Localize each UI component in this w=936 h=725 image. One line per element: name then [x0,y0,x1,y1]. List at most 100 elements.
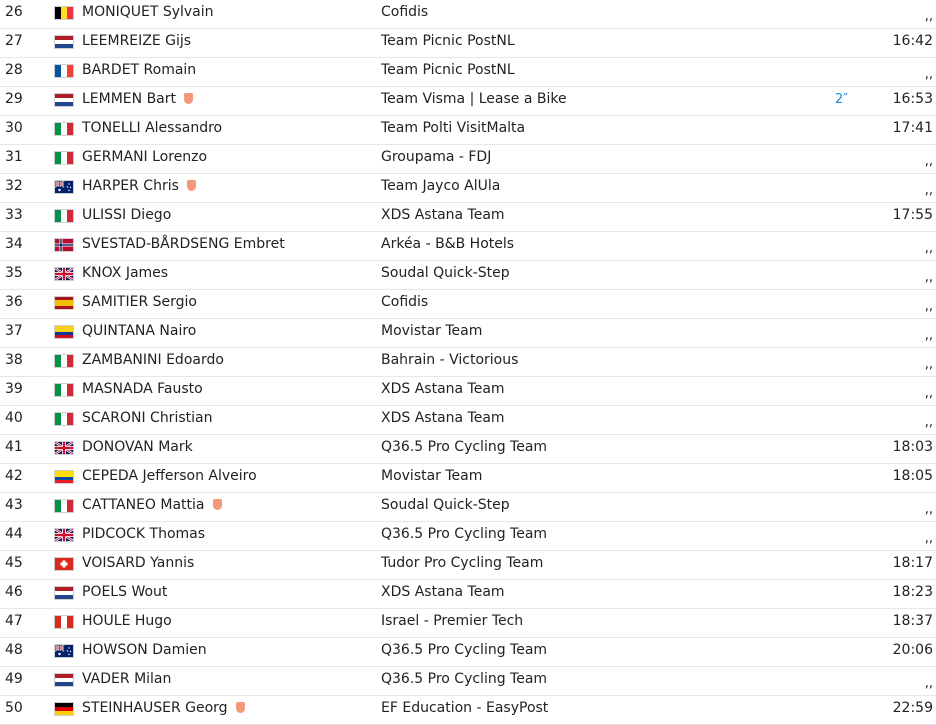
table-row: 40 SCARONI Christian XDS Astana Team,, [0,406,936,435]
table-row: 37 QUINTANA Nairo Movistar Team,, [0,319,936,348]
table-row: 29 LEMMEN Bart Team Visma | Lease a Bike 2″… [0,87,936,116]
table-row: 41 DONOVAN Mark Q36.5 Pro Cycling Team 18:0… [0,435,936,464]
time-gap: ,, [924,270,933,285]
rider-name-link[interactable]: KNOX James [82,261,168,286]
rank-cell: 42 [5,468,23,484]
flag-es-icon [54,296,74,310]
rank-cell: 38 [5,352,23,368]
rider-name-link[interactable]: BARDET Romain [82,58,196,83]
rider-name: SAMITIER Sergio [82,294,197,310]
team-name-link[interactable]: Bahrain - Victorious [381,348,518,373]
rider-name-link[interactable]: SVESTAD-BÅRDSENG Embret [82,232,285,257]
rider-name-link[interactable]: HOWSON Damien [82,638,207,663]
time-gap: 16:42 [892,33,933,49]
rider-name-link[interactable]: LEMMEN Bart [82,87,194,112]
rider-name-link[interactable]: HARPER Chris [82,174,196,199]
team-name-link[interactable]: Israel - Premier Tech [381,609,523,634]
team-name-link[interactable]: Team Visma | Lease a Bike [381,87,567,112]
team-name-link[interactable]: Team Jayco AlUla [381,174,500,199]
rider-name-link[interactable]: PIDCOCK Thomas [82,522,205,547]
team-name-link[interactable]: EF Education - EasyPost [381,696,548,721]
rider-name: VADER Milan [82,671,172,687]
team-name-link[interactable]: Groupama - FDJ [381,145,491,170]
flag-co-icon [54,325,74,339]
team-name-link[interactable]: Team Polti VisitMalta [381,116,525,141]
rider-name-link[interactable]: SCARONI Christian [82,406,212,431]
team-name-link[interactable]: Movistar Team [381,319,482,344]
team-name-link[interactable]: Soudal Quick-Step [381,493,510,518]
rider-name: SVESTAD-BÅRDSENG Embret [82,236,285,252]
team-name-link[interactable]: Q36.5 Pro Cycling Team [381,667,547,692]
time-gap: ,, [924,154,933,169]
rider-name-link[interactable]: DONOVAN Mark [82,435,193,460]
table-row: 47 HOULE Hugo Israel - Premier Tech 18:37 [0,609,936,638]
rank-cell: 46 [5,584,23,600]
table-row: 32 HARPER Chris Team Jayco AlUla,, [0,174,936,203]
rank-cell: 47 [5,613,23,629]
flag-de-icon [54,702,74,716]
rider-name-link[interactable]: ULISSI Diego [82,203,171,228]
time-gap: ,, [924,676,933,691]
rider-name-link[interactable]: MONIQUET Sylvain [82,0,214,25]
rider-name: HOWSON Damien [82,642,207,658]
time-gap: ,, [924,67,933,82]
rank-cell: 30 [5,120,23,136]
team-name-link[interactable]: Q36.5 Pro Cycling Team [381,435,547,460]
rider-name: MONIQUET Sylvain [82,4,214,20]
team-name-link[interactable]: Tudor Pro Cycling Team [381,551,543,576]
rider-name-link[interactable]: QUINTANA Nairo [82,319,196,344]
rank-cell: 36 [5,294,23,310]
rider-name: ZAMBANINI Edoardo [82,352,224,368]
team-name-link[interactable]: XDS Astana Team [381,377,505,402]
rider-name-link[interactable]: LEEMREIZE Gijs [82,29,191,54]
flag-nl-icon [54,93,74,107]
shield-icon [235,702,245,713]
time-gap: ,, [924,502,933,517]
rider-name-link[interactable]: STEINHAUSER Georg [82,696,245,721]
rider-name-link[interactable]: SAMITIER Sergio [82,290,197,315]
time-gap: ,, [924,328,933,343]
rider-name-link[interactable]: CEPEDA Jefferson Alveiro [82,464,257,489]
time-gap: 17:41 [892,120,933,136]
rider-name-link[interactable]: GERMANI Lorenzo [82,145,207,170]
table-row: 28 BARDET Romain Team Picnic PostNL,, [0,58,936,87]
rider-name: SCARONI Christian [82,410,213,426]
rider-name-link[interactable]: ZAMBANINI Edoardo [82,348,224,373]
table-row: 39 MASNADA Fausto XDS Astana Team,, [0,377,936,406]
flag-ch-icon [54,557,74,571]
rider-name-link[interactable]: VADER Milan [82,667,171,692]
team-name-link[interactable]: Movistar Team [381,464,482,489]
rank-cell: 27 [5,33,23,49]
rank-cell: 29 [5,91,23,107]
team-name-link[interactable]: Arkéa - B&B Hotels [381,232,514,257]
time-gap: 20:06 [892,642,933,658]
table-row: 30 TONELLI Alessandro Team Polti VisitMalt… [0,116,936,145]
rider-name-link[interactable]: VOISARD Yannis [82,551,194,576]
team-name-link[interactable]: XDS Astana Team [381,580,505,605]
rider-name-link[interactable]: POELS Wout [82,580,167,605]
rider-name-link[interactable]: HOULE Hugo [82,609,172,634]
rider-name: HOULE Hugo [82,613,172,629]
team-name-link[interactable]: XDS Astana Team [381,406,505,431]
flag-au-icon [54,644,74,658]
team-name-link[interactable]: Cofidis [381,0,428,25]
team-name-link[interactable]: Cofidis [381,290,428,315]
team-name-link[interactable]: Q36.5 Pro Cycling Team [381,522,547,547]
team-name-link[interactable]: Soudal Quick-Step [381,261,510,286]
time-gap: ,, [924,183,933,198]
team-name-link[interactable]: Q36.5 Pro Cycling Team [381,638,547,663]
flag-be-icon [54,6,74,20]
rider-name-link[interactable]: CATTANEO Mattia [82,493,222,518]
rider-name-link[interactable]: MASNADA Fausto [82,377,203,402]
rank-cell: 39 [5,381,23,397]
team-name-link[interactable]: Team Picnic PostNL [381,29,515,54]
team-name-link[interactable]: Team Picnic PostNL [381,58,515,83]
time-gap: 18:37 [892,613,933,629]
flag-it-icon [54,122,74,136]
team-name-link[interactable]: XDS Astana Team [381,203,505,228]
rank-cell: 34 [5,236,23,252]
flag-nl-icon [54,586,74,600]
rider-name-link[interactable]: TONELLI Alessandro [82,116,222,141]
table-row: 45 VOISARD Yannis Tudor Pro Cycling Team 18… [0,551,936,580]
flag-it-icon [54,209,74,223]
